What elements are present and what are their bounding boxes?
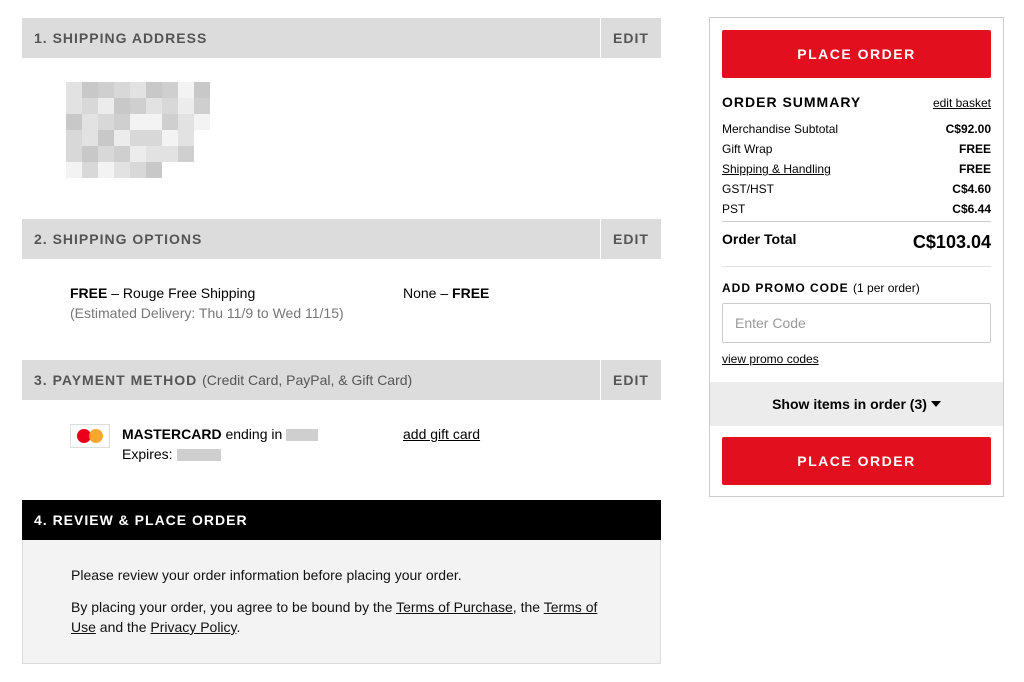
view-promo-codes-link[interactable]: view promo codes [722,352,819,366]
redacted-address [66,82,216,182]
agreement-mid2: and the [95,619,151,635]
gift-option-line: None – FREE [403,284,489,302]
review-header: 4. REVIEW & PLACE ORDER [22,500,661,540]
payment-method-subtitle: (Credit Card, PayPal, & Gift Card) [202,372,413,388]
mastercard-circles [77,429,103,443]
order-summary-panel: PLACE ORDER ORDER SUMMARY edit basket Me… [709,17,1004,497]
summary-row-subtotal: Merchandise Subtotal C$92.00 [722,120,991,138]
shipping-address-header: 1. SHIPPING ADDRESS EDIT [22,18,661,58]
edit-shipping-address-button[interactable]: EDIT [600,18,661,58]
caret-down-icon [930,401,941,407]
gift-option-price: FREE [452,285,490,301]
redacted-card-expiry [176,449,221,462]
agreement-end: . [236,619,241,635]
edit-payment-method-button[interactable]: EDIT [600,360,661,400]
card-expiry-line: Expires: [122,445,221,463]
show-items-label: Show items in order (3) [772,396,927,412]
show-items-toggle[interactable]: Show items in order (3) [710,382,1003,426]
promo-title-text: ADD PROMO CODE [722,281,849,295]
pst-label: PST [722,202,746,216]
payment-method-title-text: 3. PAYMENT METHOD [34,372,198,388]
mastercard-icon [70,424,110,448]
gift-wrap-value: FREE [958,142,991,156]
review-box: Please review your order information bef… [22,540,661,664]
pst-value: C$6.44 [952,202,991,216]
card-line: MASTERCARD ending in [122,425,319,443]
add-gift-card-link[interactable]: add gift card [403,425,480,443]
review-title: 4. REVIEW & PLACE ORDER [34,512,248,528]
shipping-handling-value: FREE [958,162,991,176]
order-total-value: C$103.04 [912,232,991,252]
agreement-mid1: , the [512,599,544,615]
terms-of-use-link-part2[interactable]: Use [71,619,96,635]
place-order-button-bottom[interactable]: PLACE ORDER [722,437,991,485]
order-total-label: Order Total [722,231,797,247]
order-summary-title: ORDER SUMMARY [722,94,862,110]
payment-method-header: 3. PAYMENT METHOD (Credit Card, PayPal, … [22,360,661,400]
delivery-estimate: (Estimated Delivery: Thu 11/9 to Wed 11/… [70,305,344,321]
place-order-button-top[interactable]: PLACE ORDER [722,30,991,78]
promo-code-input[interactable] [722,303,991,343]
gift-wrap-label: Gift Wrap [722,142,773,156]
shipping-options-title: 2. SHIPPING OPTIONS [34,231,203,247]
shipping-option-line: FREE – Rouge Free Shipping [70,284,255,302]
gst-label: GST/HST [722,182,775,196]
redacted-card-digits [286,429,319,442]
summary-row-shipping: Shipping & Handling FREE [722,160,991,178]
subtotal-value: C$92.00 [945,122,991,136]
edit-basket-link[interactable]: edit basket [933,96,991,110]
shipping-option-price: FREE [70,285,108,301]
shipping-handling-link[interactable]: Shipping & Handling [722,162,831,176]
review-instruction: Please review your order information bef… [71,567,462,583]
shipping-address-title: 1. SHIPPING ADDRESS [34,30,208,46]
divider [722,221,991,222]
privacy-policy-link[interactable]: Privacy Policy [150,619,236,635]
card-ending-text: ending in [221,426,283,442]
shipping-option-name: Rouge Free Shipping [122,285,256,301]
gift-option-label: None – [403,285,453,301]
terms-of-use-link-part1[interactable]: Terms of [544,599,598,615]
review-agreement: By placing your order, you agree to be b… [71,597,631,637]
edit-shipping-options-button[interactable]: EDIT [600,219,661,259]
card-brand: MASTERCARD [122,426,222,442]
shipping-option-separator: – [107,285,123,301]
payment-method-title: 3. PAYMENT METHOD (Credit Card, PayPal, … [22,372,412,388]
summary-row-pst: PST C$6.44 [722,200,991,218]
subtotal-label: Merchandise Subtotal [722,122,839,136]
agreement-prefix: By placing your order, you agree to be b… [71,599,397,615]
card-expires-label: Expires: [122,446,173,462]
divider [722,266,991,267]
gst-value: C$4.60 [952,182,991,196]
terms-of-purchase-link[interactable]: Terms of Purchase [396,599,513,615]
promo-code-title: ADD PROMO CODE (1 per order) [722,281,920,295]
shipping-options-header: 2. SHIPPING OPTIONS EDIT [22,219,661,259]
summary-row-gst: GST/HST C$4.60 [722,180,991,198]
promo-title-sub: (1 per order) [853,281,920,295]
summary-row-gift-wrap: Gift Wrap FREE [722,140,991,158]
